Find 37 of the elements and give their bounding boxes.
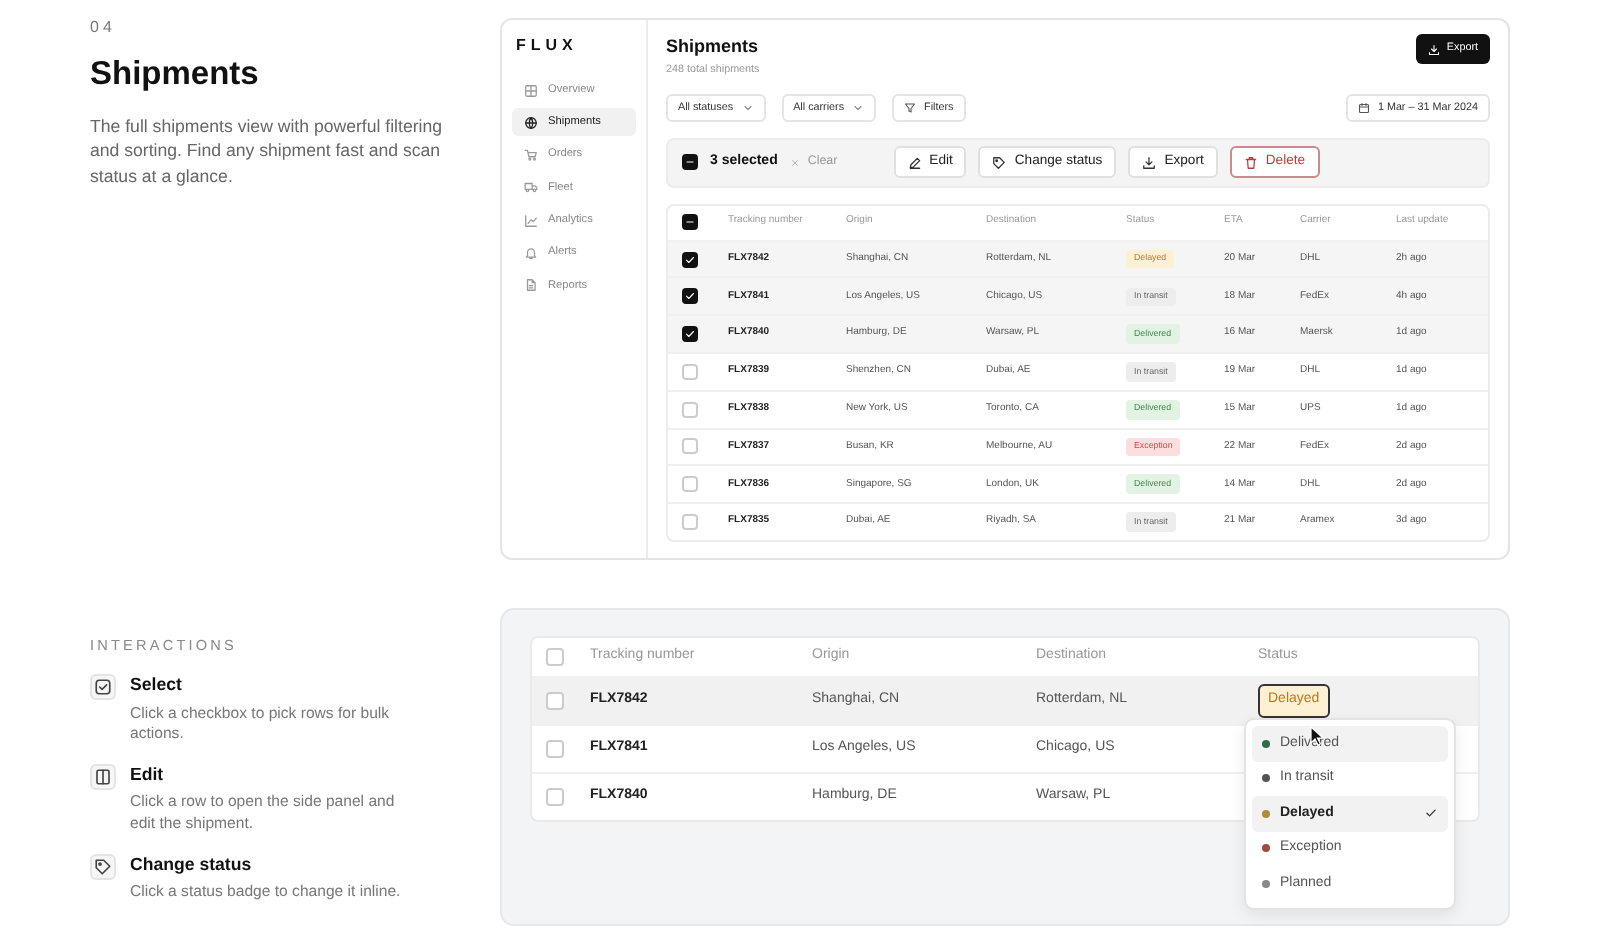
checkbox[interactable] — [682, 326, 698, 343]
section-number: 04 — [90, 16, 118, 40]
check-icon — [684, 326, 696, 343]
interaction-title: Select — [130, 672, 184, 699]
trash-icon — [1243, 155, 1258, 170]
calendar-icon — [1357, 101, 1370, 114]
checkbox[interactable] — [682, 154, 698, 171]
download-icon — [1428, 43, 1441, 55]
section-description: The full shipments view with powerful filtering and sorting. Find any shipment fast and scan status at a glance. — [90, 113, 445, 190]
tag-icon — [992, 155, 1007, 170]
tag-icon — [94, 858, 112, 877]
download-icon — [1142, 155, 1157, 170]
filter-icon — [904, 101, 917, 114]
interaction-title: Change status — [130, 852, 254, 879]
close-icon — [789, 157, 800, 168]
section-title: Shipments — [90, 54, 261, 96]
chevron-down-icon — [852, 101, 865, 114]
grid-icon — [524, 83, 538, 97]
check-icon — [1424, 806, 1438, 821]
checkbox[interactable] — [682, 288, 698, 305]
checkbox[interactable] — [682, 251, 698, 267]
panel-icon — [94, 768, 112, 787]
bell-icon — [524, 245, 538, 260]
cart-icon — [524, 148, 538, 163]
check-icon — [684, 288, 696, 305]
chart-icon — [524, 213, 538, 228]
logo: FLUX — [514, 34, 580, 58]
checkbox[interactable] — [682, 214, 698, 231]
checkbox-icon — [94, 678, 112, 697]
pencil-icon — [907, 155, 922, 170]
truck-icon — [524, 180, 538, 195]
page-title: Shipments — [666, 34, 760, 60]
interaction-title: Edit — [130, 762, 166, 789]
document-icon — [524, 278, 538, 293]
check-icon — [684, 251, 696, 267]
globe-icon — [524, 115, 538, 130]
chevron-down-icon — [741, 101, 754, 114]
